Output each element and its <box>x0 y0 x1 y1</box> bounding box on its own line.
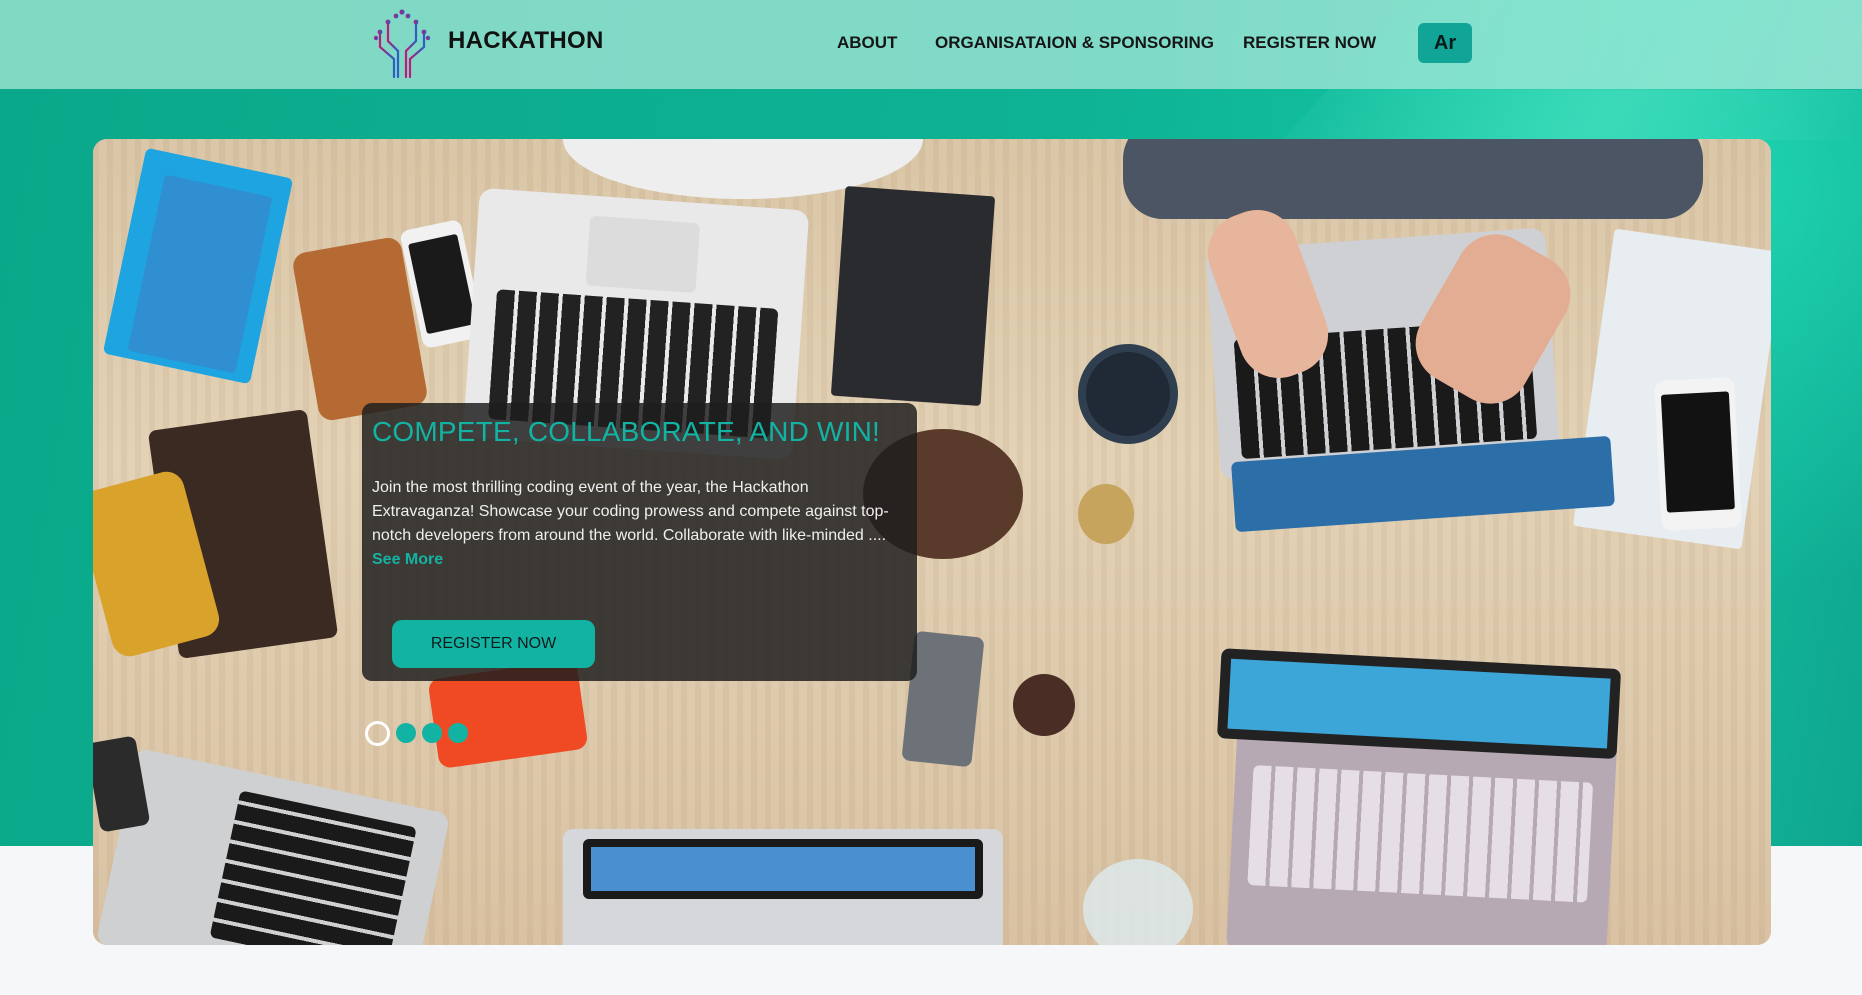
carousel-dot-2[interactable] <box>396 723 416 743</box>
language-toggle-button[interactable]: Ar <box>1418 23 1472 63</box>
tea-cup-prop <box>1078 484 1134 544</box>
hero-description-text: Join the most thrilling coding event of … <box>372 479 889 544</box>
circuit-tree-logo-icon[interactable] <box>370 7 434 79</box>
bowl-prop <box>1013 674 1075 736</box>
laptop-prop <box>95 747 451 945</box>
hero-image-desk-laptops <box>93 139 1771 945</box>
carousel-dot-1[interactable] <box>365 721 390 746</box>
carousel-dot-4[interactable] <box>448 723 468 743</box>
hero-text-card: COMPETE, COLLABORATE, AND WIN! Join the … <box>362 403 917 681</box>
laptop-prop <box>563 829 1003 945</box>
nav-register-now[interactable]: REGISTER NOW <box>1243 33 1376 53</box>
nav-about[interactable]: ABOUT <box>837 33 897 53</box>
black-notebook-prop <box>830 186 996 406</box>
top-navbar: HACKATHON ABOUT ORGANISATAION & SPONSORI… <box>0 0 1862 140</box>
phone-prop <box>1654 377 1742 531</box>
hero-description: Join the most thrilling coding event of … <box>372 476 902 572</box>
nav-organisation-sponsoring[interactable]: ORGANISATAION & SPONSORING <box>935 33 1214 53</box>
brand-name[interactable]: HACKATHON <box>448 27 604 55</box>
see-more-link[interactable]: See More <box>372 548 902 572</box>
register-now-button[interactable]: REGISTER NOW <box>392 620 595 668</box>
hero-carousel: COMPETE, COLLABORATE, AND WIN! Join the … <box>93 139 1771 945</box>
glass-prop <box>1083 859 1193 945</box>
page: HACKATHON ABOUT ORGANISATAION & SPONSORI… <box>0 0 1862 995</box>
tea-strainer-prop <box>1078 344 1178 444</box>
carousel-dot-3[interactable] <box>422 723 442 743</box>
sleeve-prop <box>1123 139 1703 219</box>
hero-title: COMPETE, COLLABORATE, AND WIN! <box>372 416 881 447</box>
laptop-prop <box>1216 648 1622 945</box>
